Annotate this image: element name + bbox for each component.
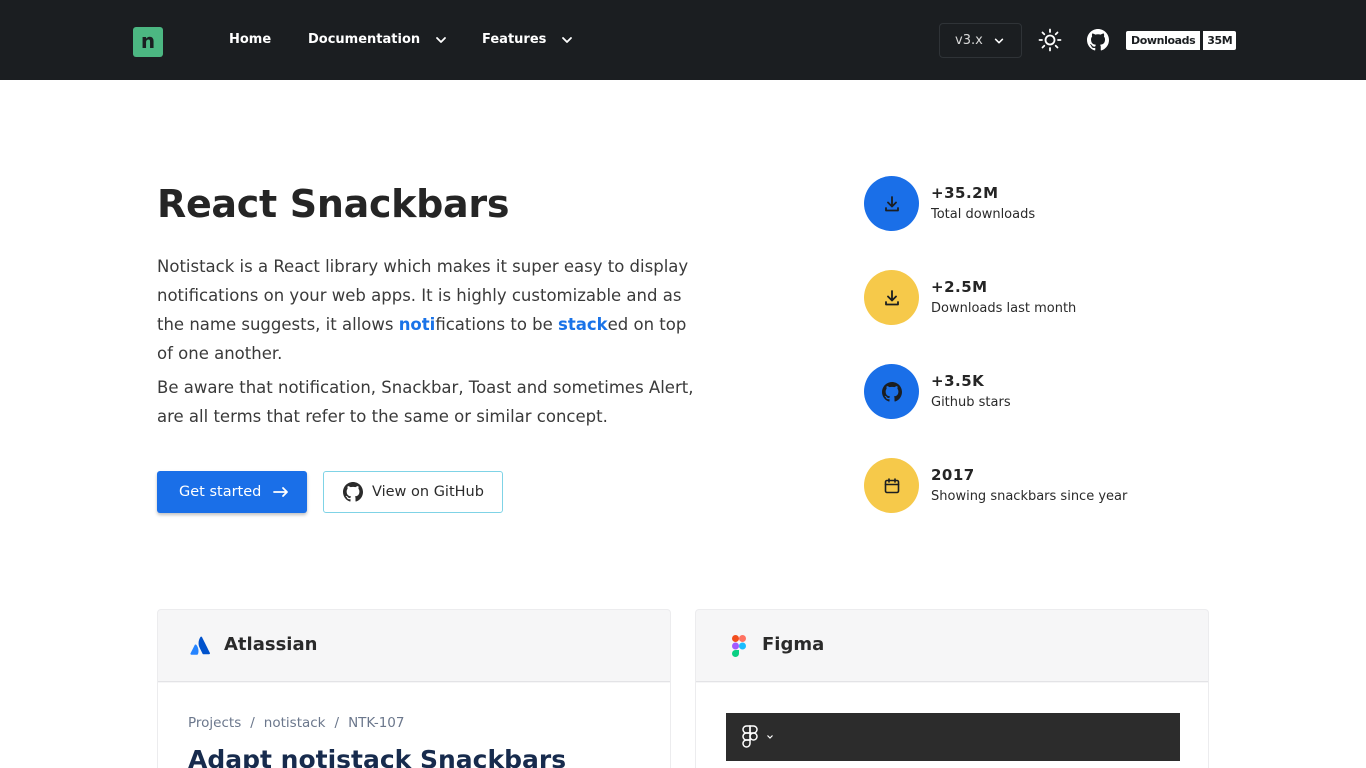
downloads-badge-count: 35M [1200, 31, 1237, 50]
github-icon[interactable] [1087, 29, 1109, 51]
nav-documentation-label: Documentation [308, 32, 421, 47]
stat-monthly-downloads-label: Downloads last month [931, 301, 1077, 316]
issue-title: Adapt notistack Snackbars [188, 745, 567, 768]
atlassian-card-header: Atlassian [158, 610, 670, 682]
stat-since-year-value: 2017 [931, 466, 975, 484]
figma-toolbar [726, 713, 1180, 761]
stat-total-downloads-icon-circle [864, 176, 919, 231]
downloads-badge-label: Downloads [1126, 31, 1201, 50]
page-title: React Snackbars [157, 182, 510, 226]
figma-demo-card: Figma [695, 609, 1209, 768]
nav-features-menu[interactable]: Features [482, 30, 574, 50]
stat-monthly-downloads-value: +2.5M [931, 278, 988, 296]
nav-home-link[interactable]: Home [229, 30, 271, 50]
atlassian-card-body: Projects / notistack / NTK-107 Adapt not… [158, 683, 670, 768]
version-value: v3.x [955, 33, 983, 48]
download-icon [884, 289, 899, 305]
github-icon [343, 482, 363, 502]
nav-home-label: Home [229, 32, 272, 47]
get-started-button[interactable]: Get started [157, 471, 307, 513]
breadcrumb-separator: / [334, 715, 340, 731]
view-on-github-label: View on GitHub [372, 484, 484, 500]
theme-toggle-sun-icon[interactable] [1038, 28, 1062, 52]
chevron-down-icon [994, 38, 1003, 43]
top-navbar: n Home Documentation Features v3.x Downl… [0, 0, 1366, 80]
stat-github-stars-icon-circle [864, 364, 919, 419]
calendar-icon [884, 477, 899, 493]
breadcrumb-separator: / [250, 715, 255, 731]
figma-card-body [696, 683, 1208, 768]
stat-since-year-label: Showing snackbars since year [931, 489, 1128, 504]
stat-github-stars-label: Github stars [931, 395, 1011, 410]
stat-monthly-downloads-icon-circle [864, 270, 919, 325]
chevron-down-icon [436, 37, 447, 43]
figma-menu-icon[interactable] [740, 724, 760, 750]
breadcrumb-notistack[interactable]: notistack [264, 715, 326, 731]
stat-total-downloads-value: +35.2M [931, 184, 999, 202]
breadcrumb: Projects / notistack / NTK-107 [188, 715, 404, 731]
hero-desc-highlight-stack: stack [558, 315, 608, 334]
view-on-github-button[interactable]: View on GitHub [323, 471, 503, 513]
chevron-down-icon[interactable] [766, 733, 774, 741]
download-icon [884, 195, 899, 211]
arrow-right-icon [273, 487, 289, 497]
figma-card-title: Figma [762, 634, 825, 655]
hero-note: Be aware that notification, Snackbar, To… [157, 378, 694, 426]
hero-desc-part-2: fications to be [435, 315, 559, 334]
atlassian-card-title: Atlassian [224, 634, 318, 655]
figma-logo-icon [732, 635, 746, 657]
stat-since-year-icon-circle [864, 458, 919, 513]
atlassian-demo-card: Atlassian Projects / notistack / NTK-107… [157, 609, 671, 768]
atlassian-logo-icon [190, 636, 211, 655]
figma-card-header: Figma [696, 610, 1208, 682]
nav-features-label: Features [482, 32, 547, 47]
hero-desc-highlight-noti: noti [398, 315, 436, 334]
stat-github-stars-value: +3.5K [931, 372, 985, 390]
stat-total-downloads-label: Total downloads [931, 207, 1036, 222]
chevron-down-icon [562, 37, 573, 43]
hero-description: Notistack is a React library which makes… [157, 252, 697, 368]
github-icon [881, 381, 902, 402]
version-select[interactable]: v3.x [939, 23, 1022, 58]
nav-documentation-menu[interactable]: Documentation [308, 30, 448, 50]
breadcrumb-projects[interactable]: Projects [188, 715, 241, 731]
downloads-badge[interactable]: Downloads 35M [1126, 31, 1237, 50]
breadcrumb-issue-key[interactable]: NTK-107 [348, 715, 404, 731]
notistack-logo[interactable]: n [133, 27, 163, 57]
get-started-label: Get started [179, 484, 262, 500]
